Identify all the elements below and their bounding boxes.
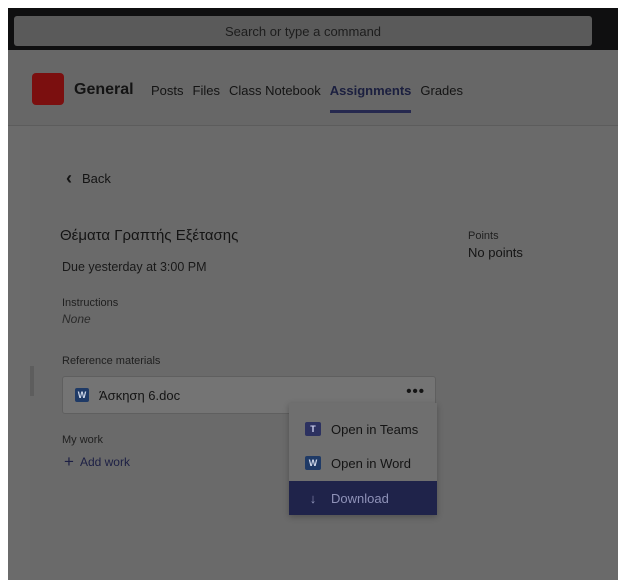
- add-work-button[interactable]: + Add work: [64, 453, 130, 470]
- channel-name: General: [74, 81, 134, 98]
- plus-icon: +: [64, 452, 74, 471]
- points-value: No points: [468, 245, 523, 260]
- menu-item-label: Download: [331, 490, 389, 506]
- team-avatar[interactable]: [32, 73, 64, 105]
- channel-header: General Posts Files Class Notebook Assig…: [8, 50, 618, 126]
- file-context-menu: T Open in Teams W Open in Word ↓ Downloa…: [289, 403, 437, 515]
- menu-item-label: Open in Word: [331, 455, 411, 471]
- reference-materials-label: Reference materials: [62, 355, 161, 367]
- tab-files[interactable]: Files: [193, 83, 220, 98]
- teams-icon: T: [305, 422, 321, 436]
- instructions-value: None: [62, 312, 91, 326]
- tab-grades[interactable]: Grades: [420, 83, 463, 98]
- word-file-icon: W: [75, 388, 89, 402]
- download-icon: ↓: [309, 490, 317, 506]
- word-icon: W: [305, 456, 321, 470]
- points-label: Points: [468, 230, 499, 242]
- tab-class-notebook[interactable]: Class Notebook: [229, 83, 321, 98]
- search-input[interactable]: Search or type a command: [14, 16, 592, 46]
- panel-edge: [30, 366, 34, 396]
- back-label: Back: [82, 170, 111, 186]
- assignment-title: Θέματα Γραπτής Εξέτασης: [60, 227, 239, 244]
- menu-item-open-in-teams[interactable]: T Open in Teams: [289, 412, 437, 446]
- tab-assignments[interactable]: Assignments: [329, 83, 411, 113]
- file-name: Άσκηση 6.doc: [99, 388, 181, 403]
- menu-item-label: Open in Teams: [331, 421, 419, 437]
- instructions-label: Instructions: [62, 297, 119, 309]
- back-button[interactable]: ‹ Back: [66, 169, 111, 187]
- due-date: Due yesterday at 3:00 PM: [62, 260, 207, 274]
- more-options-button[interactable]: •••: [406, 383, 425, 400]
- channel-tabs: Posts Files Class Notebook Assignments G…: [151, 83, 472, 113]
- menu-item-download[interactable]: ↓ Download: [289, 481, 437, 515]
- add-work-label: Add work: [79, 454, 130, 469]
- my-work-label: My work: [62, 434, 103, 446]
- app-window: Search or type a command General Posts F…: [8, 8, 618, 580]
- tab-posts[interactable]: Posts: [151, 83, 184, 98]
- chevron-left-icon: ‹: [66, 168, 72, 188]
- menu-item-open-in-word[interactable]: W Open in Word: [289, 446, 437, 480]
- top-bar: Search or type a command: [8, 8, 618, 50]
